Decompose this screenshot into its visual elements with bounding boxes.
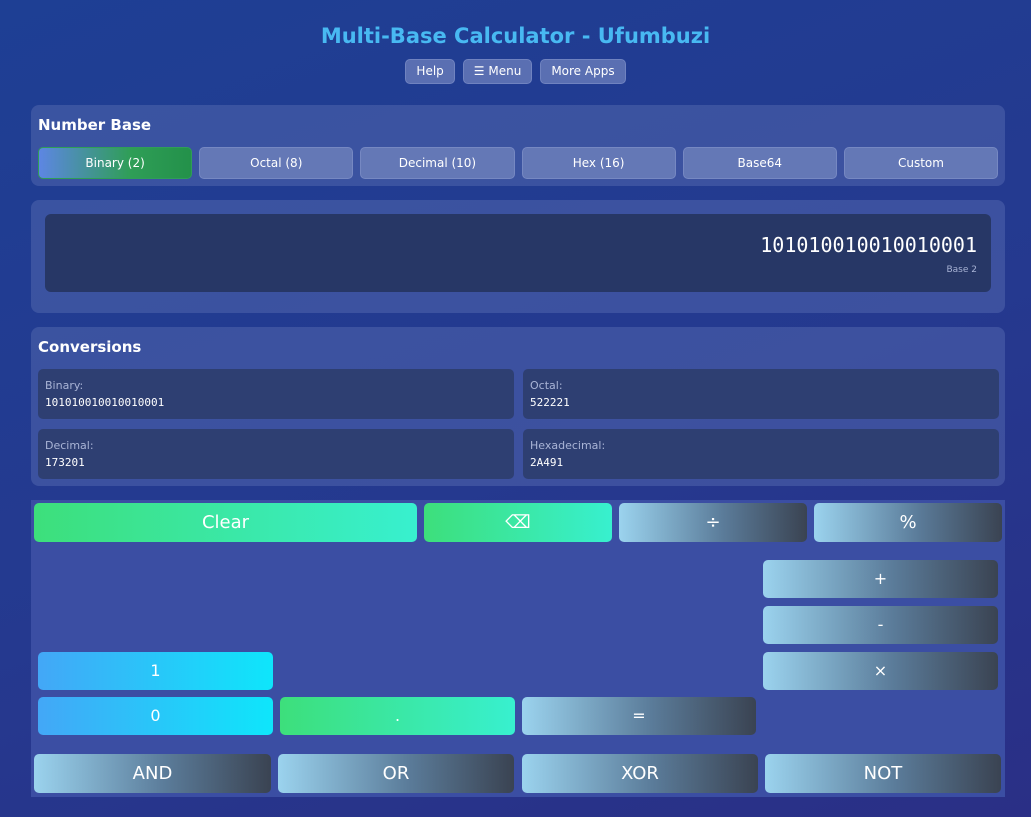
conversions-title: Conversions bbox=[38, 338, 142, 356]
base-base64-button[interactable]: Base64 bbox=[682, 147, 837, 179]
hex-conversion: Hexadecimal: 2A491 bbox=[523, 429, 999, 479]
or-button[interactable]: OR bbox=[278, 754, 514, 793]
octal-conversion-value: 522221 bbox=[530, 396, 570, 409]
clear-button[interactable]: Clear bbox=[34, 503, 417, 542]
plus-button[interactable]: + bbox=[763, 560, 998, 598]
minus-button[interactable]: - bbox=[763, 606, 998, 644]
octal-conversion-label: Octal: bbox=[530, 379, 563, 392]
not-button[interactable]: NOT bbox=[765, 754, 1001, 793]
binary-conversion-value: 101010010010010001 bbox=[45, 396, 165, 409]
base-hex-button[interactable]: Hex (16) bbox=[521, 147, 676, 179]
number-base-panel: Number Base Binary (2) Octal (8) Decimal… bbox=[31, 105, 1005, 186]
decimal-conversion: Decimal: 173201 bbox=[38, 429, 514, 479]
xor-button[interactable]: XOR bbox=[522, 754, 758, 793]
octal-conversion: Octal: 522221 bbox=[523, 369, 999, 419]
binary-conversion-label: Binary: bbox=[45, 379, 84, 392]
base-decimal-button[interactable]: Decimal (10) bbox=[360, 147, 515, 179]
conversions-panel: Conversions Binary: 101010010010010001 O… bbox=[31, 327, 1005, 486]
help-button[interactable]: Help bbox=[405, 59, 455, 84]
decimal-conversion-value: 173201 bbox=[45, 456, 85, 469]
more-apps-button[interactable]: More Apps bbox=[540, 59, 626, 84]
keypad: Clear ⌫ ÷ % + - × 1 0 . = AND OR XOR NOT bbox=[31, 500, 1005, 797]
divide-button[interactable]: ÷ bbox=[619, 503, 807, 542]
top-nav: Help ☰ Menu More Apps bbox=[0, 59, 1031, 84]
display-value: 101010010010010001 bbox=[760, 233, 977, 257]
display-base-label: Base 2 bbox=[946, 265, 977, 275]
decimal-conversion-label: Decimal: bbox=[45, 439, 94, 452]
backspace-button[interactable]: ⌫ bbox=[424, 503, 612, 542]
calculator-display: 101010010010010001 Base 2 bbox=[45, 214, 991, 292]
base-binary-button[interactable]: Binary (2) bbox=[38, 147, 193, 179]
base-custom-button[interactable]: Custom bbox=[843, 147, 999, 179]
hex-conversion-value: 2A491 bbox=[530, 456, 564, 469]
base-octal-button[interactable]: Octal (8) bbox=[199, 147, 354, 179]
base-selector: Binary (2) Octal (8) Decimal (10) Hex (1… bbox=[38, 147, 999, 179]
hex-conversion-label: Hexadecimal: bbox=[530, 439, 606, 452]
decimal-point-button[interactable]: . bbox=[280, 697, 515, 735]
multiply-button[interactable]: × bbox=[763, 652, 998, 690]
menu-button[interactable]: ☰ Menu bbox=[462, 59, 533, 84]
display-panel: 101010010010010001 Base 2 bbox=[31, 200, 1005, 313]
and-button[interactable]: AND bbox=[34, 754, 271, 793]
number-base-title: Number Base bbox=[38, 116, 152, 134]
equals-button[interactable]: = bbox=[522, 697, 756, 735]
app-title: Multi-Base Calculator - Ufumbuzi bbox=[320, 24, 711, 48]
percent-button[interactable]: % bbox=[814, 503, 1002, 542]
digit-1-button[interactable]: 1 bbox=[38, 652, 273, 690]
binary-conversion: Binary: 101010010010010001 bbox=[38, 369, 514, 419]
digit-0-button[interactable]: 0 bbox=[38, 697, 273, 735]
